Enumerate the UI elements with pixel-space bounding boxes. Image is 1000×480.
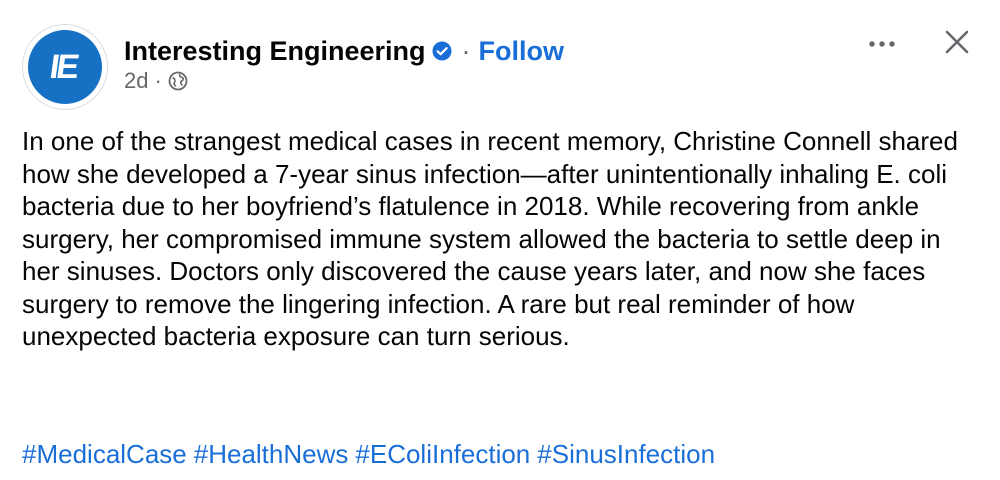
page-name-link[interactable]: Interesting Engineering: [124, 34, 426, 68]
hashtag-link[interactable]: #HealthNews: [194, 439, 349, 469]
hashtag-link[interactable]: #SinusInfection: [537, 439, 715, 469]
close-icon[interactable]: [941, 26, 973, 58]
hashtag-link[interactable]: #EColiInfection: [355, 439, 530, 469]
post-body-text: In one of the strangest medical cases in…: [22, 126, 958, 351]
post-timestamp[interactable]: 2d: [124, 67, 148, 95]
post-header: Interesting Engineering · Follow: [124, 34, 564, 68]
hashtag-link[interactable]: #MedicalCase: [22, 439, 187, 469]
page-avatar[interactable]: IE: [22, 24, 108, 110]
globe-icon[interactable]: [168, 71, 188, 91]
hashtag-list: #MedicalCase #HealthNews #EColiInfection #S…: [22, 438, 722, 470]
avatar-logo-text: IE: [47, 47, 80, 86]
verified-badge-icon: [432, 41, 452, 61]
header-separator: ·: [461, 36, 471, 66]
avatar-logo: IE: [28, 30, 102, 104]
more-options-icon[interactable]: [864, 32, 900, 56]
meta-separator: ·: [154, 68, 162, 93]
follow-button[interactable]: Follow: [479, 34, 564, 68]
post-meta: 2d ·: [124, 67, 188, 95]
